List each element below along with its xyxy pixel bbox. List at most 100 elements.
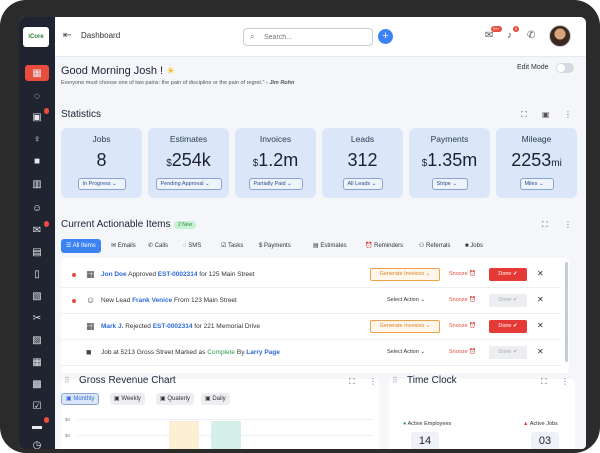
messages-icon[interactable]: ▬ ·: [19, 416, 55, 436]
row-link[interactable]: Larry Page: [246, 349, 280, 356]
close-icon[interactable]: ✕: [537, 321, 544, 330]
generate-invoices-select[interactable]: Generate Invoices ⌄: [370, 268, 440, 281]
team-icon[interactable]: ☺: [19, 198, 55, 218]
map-icon[interactable]: ▥: [19, 174, 55, 194]
close-icon[interactable]: ✕: [537, 295, 544, 304]
search-box[interactable]: ⌕: [243, 28, 373, 46]
filter-tab-sms[interactable]: ◌ SMS: [183, 239, 201, 253]
stat-card-jobs[interactable]: Jobs 8 In Progress ⌄: [61, 128, 142, 198]
stat-dropdown[interactable]: Partially Paid ⌄: [248, 178, 303, 190]
generate-invoices-select[interactable]: Generate Invoices ⌄: [370, 320, 440, 333]
table-row[interactable]: ▦ Jon Doe Approved EST-0002314 for 125 Ma…: [61, 262, 561, 288]
edit-mode-toggle[interactable]: [556, 63, 574, 73]
briefcase-icon[interactable]: ■: [19, 151, 55, 171]
revenue-more-icon[interactable]: ⋮: [369, 377, 377, 386]
user-avatar[interactable]: [549, 25, 571, 47]
close-icon[interactable]: ✕: [537, 347, 544, 356]
filter-tab-payments[interactable]: $ Payments: [259, 239, 291, 253]
revenue-bar[interactable]: [211, 421, 241, 449]
time-clock-expand-icon[interactable]: ⛶: [541, 377, 547, 387]
snooze-button[interactable]: Snooze ⏰: [449, 297, 476, 303]
done-button[interactable]: Done ✔: [489, 268, 527, 281]
done-button[interactable]: Done ✔: [489, 320, 527, 333]
snooze-button[interactable]: Snooze ⏰: [449, 323, 476, 329]
time-clock-more-icon[interactable]: ⋮: [561, 377, 569, 386]
list-scrollbar[interactable]: [565, 262, 568, 362]
documents-icon[interactable]: ▨: [19, 330, 55, 350]
stat-number: 1.2m: [258, 150, 299, 170]
stat-value: $254k: [148, 150, 229, 171]
filter-tab-calls[interactable]: ✆ Calls: [148, 239, 168, 253]
calendar-filter-icon[interactable]: ▣: [542, 110, 550, 119]
dashboard-icon[interactable]: ▦: [25, 65, 49, 81]
grid-icon[interactable]: ▤: [19, 242, 55, 262]
tools-icon[interactable]: ✂: [19, 308, 55, 328]
reports-icon[interactable]: ▩: [19, 374, 55, 394]
filter-icon: ⏰: [365, 243, 375, 249]
chat-icon[interactable]: ◌: [19, 86, 55, 106]
stat-card-payments[interactable]: Payments $1.35m Stripe ⌄: [409, 128, 490, 198]
actionable-more-icon[interactable]: ⋮: [564, 220, 572, 229]
invoice-icon[interactable]: ▧: [19, 286, 55, 306]
table-row[interactable]: ☺ New Lead Frank Venice From 123 Main Str…: [61, 288, 561, 314]
stat-card-invoices[interactable]: Invoices $1.2m Partially Paid ⌄: [235, 128, 316, 198]
filter-tab-jobs[interactable]: ■ Jobs: [465, 239, 483, 253]
contacts-icon[interactable]: ✉ ·: [19, 220, 55, 240]
expand-icon[interactable]: ⛶: [521, 110, 527, 120]
stat-dropdown[interactable]: Miles ⌄: [519, 178, 554, 190]
calendar-badge: ·: [43, 108, 49, 114]
filter-tab-estimates[interactable]: ▤ Estimates: [313, 239, 347, 253]
stat-dropdown[interactable]: Stripe ⌄: [431, 178, 468, 190]
revenue-bar[interactable]: [169, 421, 199, 449]
clipboard-icon[interactable]: ▯: [19, 264, 55, 284]
table-row[interactable]: ■ Job at 5213 Gross Street Marked as Comp…: [61, 340, 561, 366]
row-link[interactable]: Jon Doe: [101, 271, 127, 278]
select-action-dropdown[interactable]: Select Action ⌄: [387, 297, 425, 303]
select-action-dropdown[interactable]: Select Action ⌄: [387, 349, 425, 355]
stat-card-mileage[interactable]: Mileage 2253mi Miles ⌄: [496, 128, 577, 198]
row-link[interactable]: Mark J.: [101, 323, 123, 330]
actionable-expand-icon[interactable]: ⛶: [542, 220, 548, 230]
lightbulb-icon[interactable]: ♀: [19, 129, 55, 149]
filter-tab-emails[interactable]: ✉ Emails: [111, 239, 136, 253]
drag-handle-icon[interactable]: ⠿: [64, 376, 70, 385]
revenue-expand-icon[interactable]: ⛶: [349, 377, 355, 387]
snooze-button[interactable]: Snooze ⏰: [449, 271, 476, 277]
time-clock-drag-icon[interactable]: ⠿: [392, 376, 398, 385]
search-input[interactable]: [264, 32, 364, 43]
row-link[interactable]: EST-0002314: [158, 271, 198, 278]
stat-dropdown[interactable]: In Progress ⌄: [77, 178, 126, 190]
unread-dot: [72, 273, 76, 277]
table-row[interactable]: ▦ Mark J. Rejected EST-0002314 for 221 Me…: [61, 314, 561, 340]
close-icon[interactable]: ✕: [537, 269, 544, 278]
period-tab-weekly[interactable]: ▣ Weekly: [110, 393, 145, 405]
period-tab-daily[interactable]: ▣ Daily: [201, 393, 230, 405]
calendar-icon[interactable]: ▣ ·: [19, 107, 55, 127]
done-button[interactable]: Done ✔: [489, 294, 527, 307]
stat-dropdown[interactable]: Pending Approval ⌄: [155, 178, 222, 190]
filter-tab-tasks[interactable]: ☑ Tasks: [221, 239, 243, 253]
snooze-button[interactable]: Snooze ⏰: [449, 349, 476, 355]
row-link[interactable]: EST-0002314: [153, 323, 193, 330]
checklist-icon[interactable]: ☑: [19, 396, 55, 416]
row-text-part: Rejected: [123, 323, 153, 330]
filter-tab-referrals[interactable]: ⚇ Referrals: [419, 239, 450, 253]
stat-card-leads[interactable]: Leads 312 All Leads ⌄: [322, 128, 403, 198]
back-arrow-icon[interactable]: ⇤: [63, 30, 71, 41]
phone-icon[interactable]: ✆: [527, 30, 535, 41]
more-options-icon[interactable]: ⋮: [564, 110, 572, 119]
stat-value: $1.35m: [409, 150, 490, 171]
filter-icon: ☰: [66, 243, 73, 249]
bell-icon[interactable]: ♪: [507, 30, 512, 41]
period-tab-quaterly[interactable]: ▣ Quaterly: [156, 393, 195, 405]
stat-dropdown[interactable]: All Leads ⌄: [342, 178, 383, 190]
add-button[interactable]: +: [378, 29, 393, 44]
row-link[interactable]: Frank Venice: [132, 297, 172, 304]
stat-card-estimates[interactable]: Estimates $254k Pending Approval ⌄: [148, 128, 229, 198]
table-icon[interactable]: ▦: [19, 352, 55, 372]
done-button[interactable]: Done ✔: [489, 346, 527, 359]
filter-tab-all-items[interactable]: ☰ All Items: [61, 239, 101, 253]
period-tab-monthly[interactable]: ▣ Monthly: [61, 393, 100, 405]
clock-icon[interactable]: ◷: [19, 435, 55, 450]
filter-tab-reminders[interactable]: ⏰ Reminders: [365, 239, 403, 253]
